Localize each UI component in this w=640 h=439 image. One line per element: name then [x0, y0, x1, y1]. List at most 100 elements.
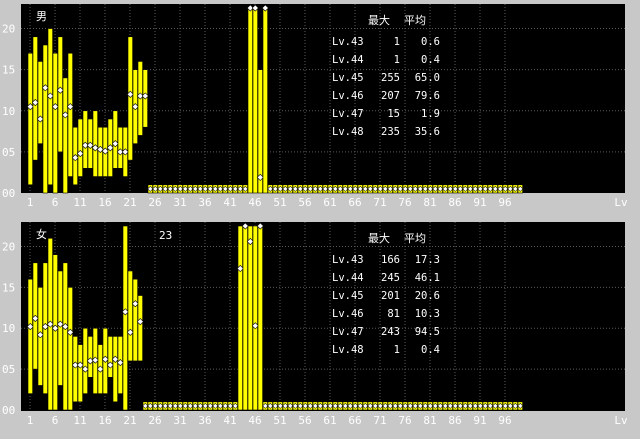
x-tick-label: 31: [173, 196, 186, 209]
x-tick-label: 1: [27, 196, 34, 209]
bar-lv14: [92, 110, 98, 177]
x-tick-label: 61: [323, 196, 336, 209]
table-row-max: 1: [394, 54, 400, 66]
bar-lv22: [132, 278, 138, 362]
table-row-avg: 0.6: [421, 36, 440, 48]
x-tick-label: 11: [73, 414, 86, 427]
x-tick-label: 56: [298, 414, 311, 427]
x-tick-label: 16: [98, 196, 111, 209]
table-row-level: Lv.43: [332, 36, 364, 48]
bar-lv8: [62, 262, 68, 411]
table-row-avg: 1.9: [421, 108, 440, 120]
table-row-max: 166: [381, 254, 400, 266]
x-tick-label: 76: [398, 196, 411, 209]
table-row-level: Lv.47: [332, 326, 364, 338]
bar-lv6: [52, 52, 58, 194]
bar-lv21: [127, 36, 133, 161]
table-row-max: 207: [381, 90, 400, 102]
table-row-max: 81: [387, 308, 400, 320]
x-tick-label: 16: [98, 414, 111, 427]
x-tick-label: 86: [448, 196, 461, 209]
table-row-avg: 17.3: [415, 254, 440, 266]
table-header-avg: 平均: [404, 232, 426, 245]
y-tick-label: 00: [2, 187, 15, 200]
bar-lv48: [262, 7, 268, 194]
x-tick-label: 6: [52, 414, 59, 427]
bar-lv1: [27, 52, 33, 186]
table-row-avg: 20.6: [415, 290, 440, 302]
charts-svg: 00051015201 6 11 16 21 26 31 36 41 46 51 56 61 66 71 76…: [2, 4, 628, 427]
bar-lv47: [257, 225, 263, 411]
x-tick-label: 21: [123, 196, 136, 209]
table-header-max: 最大: [368, 231, 390, 245]
bar-lv12: [82, 110, 88, 169]
x-tick-label: 96: [498, 414, 511, 427]
bar-lv11: [77, 344, 83, 403]
bar-lv18: [112, 110, 118, 169]
bar-lv44: [242, 225, 248, 411]
x-tick-label: 11: [73, 196, 86, 209]
bar-lv9: [67, 287, 73, 411]
x-tick-label: 51: [273, 196, 286, 209]
x-tick-label: Lv: [614, 414, 628, 427]
x-tick-label: 6: [52, 196, 59, 209]
table-row-level: Lv.46: [332, 308, 364, 320]
table-row-avg: 35.6: [415, 126, 440, 138]
y-tick-label: 15: [2, 281, 15, 294]
table-header-avg: 平均: [404, 14, 426, 27]
x-tick-label: 26: [148, 196, 161, 209]
x-tick-label: 36: [198, 196, 211, 209]
x-tick-label: 91: [473, 414, 486, 427]
x-tick-label: 41: [223, 414, 236, 427]
bar-lv45: [247, 7, 253, 194]
table-row-level: Lv.46: [332, 90, 364, 102]
table-row-level: Lv.45: [332, 72, 364, 84]
table-row-avg: 46.1: [415, 272, 440, 284]
group-label: 女: [36, 227, 47, 241]
x-tick-label: 41: [223, 196, 236, 209]
y-tick-label: 05: [2, 146, 15, 159]
bar-lv13: [87, 336, 93, 378]
table-row-max: 201: [381, 290, 400, 302]
bar-lv7: [57, 270, 63, 386]
table-row-avg: 0.4: [421, 54, 440, 66]
x-tick-label: 46: [248, 414, 261, 427]
table-row-avg: 65.0: [415, 72, 440, 84]
table-row-level: Lv.44: [332, 54, 364, 66]
x-tick-label: 96: [498, 196, 511, 209]
x-tick-label: 46: [248, 196, 261, 209]
bar-lv17: [107, 336, 113, 378]
x-tick-label: 21: [123, 414, 136, 427]
table-row-level: Lv.48: [332, 126, 364, 138]
x-tick-label: 66: [348, 196, 361, 209]
x-tick-label: 91: [473, 196, 486, 209]
panel-annotation: 23: [159, 229, 172, 242]
table-row-level: Lv.45: [332, 290, 364, 302]
table-row-level: Lv.48: [332, 344, 364, 356]
x-tick-label: 56: [298, 196, 311, 209]
level-chart-window: 00 05 10 15 20 1 6 11 16 21 26 31 36 41 46 51 56 61 66 71 76…: [0, 0, 640, 435]
x-tick-label: 1: [27, 414, 34, 427]
bar-lv21: [127, 270, 133, 362]
bar-lv8: [62, 77, 68, 194]
x-tick-label: Lv: [614, 196, 628, 209]
bar-lv11: [77, 118, 83, 177]
bar-lv3: [37, 61, 43, 144]
y-tick-label: 20: [2, 240, 15, 253]
x-tick-label: 36: [198, 414, 211, 427]
x-tick-label: 61: [323, 414, 336, 427]
bar-lv4: [42, 44, 48, 194]
table-row-max: 243: [381, 326, 400, 338]
y-tick-label: 10: [2, 322, 15, 335]
table-row-avg: 10.3: [415, 308, 440, 320]
x-tick-label: 81: [423, 414, 436, 427]
bar-lv9: [67, 52, 73, 177]
table-row-max: 1: [394, 344, 400, 356]
x-tick-label: 86: [448, 414, 461, 427]
chart-panel-2: [21, 222, 625, 411]
table-header-max: 最大: [368, 13, 390, 27]
table-row-max: 1: [394, 36, 400, 48]
x-tick-label: 31: [173, 414, 186, 427]
bar-lv6: [52, 254, 58, 411]
bar-lv18: [112, 336, 118, 403]
